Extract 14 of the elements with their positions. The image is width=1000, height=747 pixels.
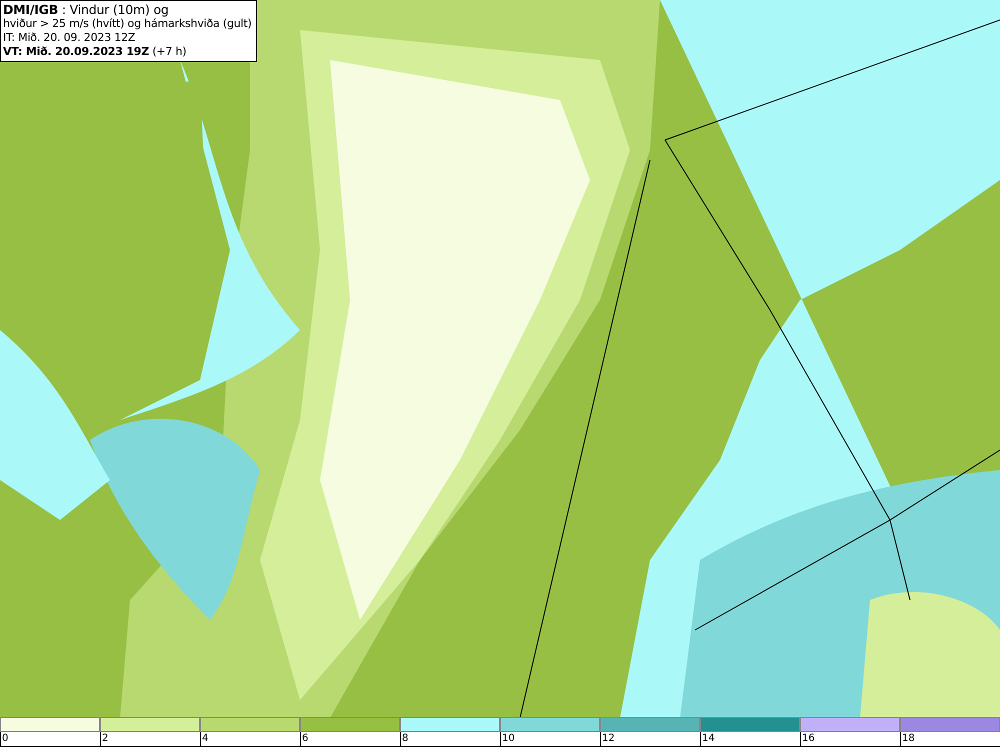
legend-label: 6 (300, 732, 400, 746)
legend-label: 16 (800, 732, 900, 746)
legend-label: 2 (100, 732, 200, 746)
legend-label: 14 (700, 732, 800, 746)
title-text: DMI/IGB : Vindur (10m) og (3, 3, 170, 17)
legend-label: 12 (600, 732, 700, 746)
title-text: VT: Mið. 20.09.2023 19Z (+7 h) (3, 45, 188, 59)
legend-label: 10 (500, 732, 600, 746)
legend-label: 18 (900, 732, 1000, 746)
legend-label: 4 (200, 732, 300, 746)
title-text: hviður > 25 m/s (hvítt) og hámarkshviða (gult) (3, 17, 252, 31)
legend-label: 0 (0, 732, 100, 746)
legend-label: 8 (400, 732, 500, 746)
title-text: IT: Mið. 20. 09. 2023 12Z (3, 31, 136, 45)
